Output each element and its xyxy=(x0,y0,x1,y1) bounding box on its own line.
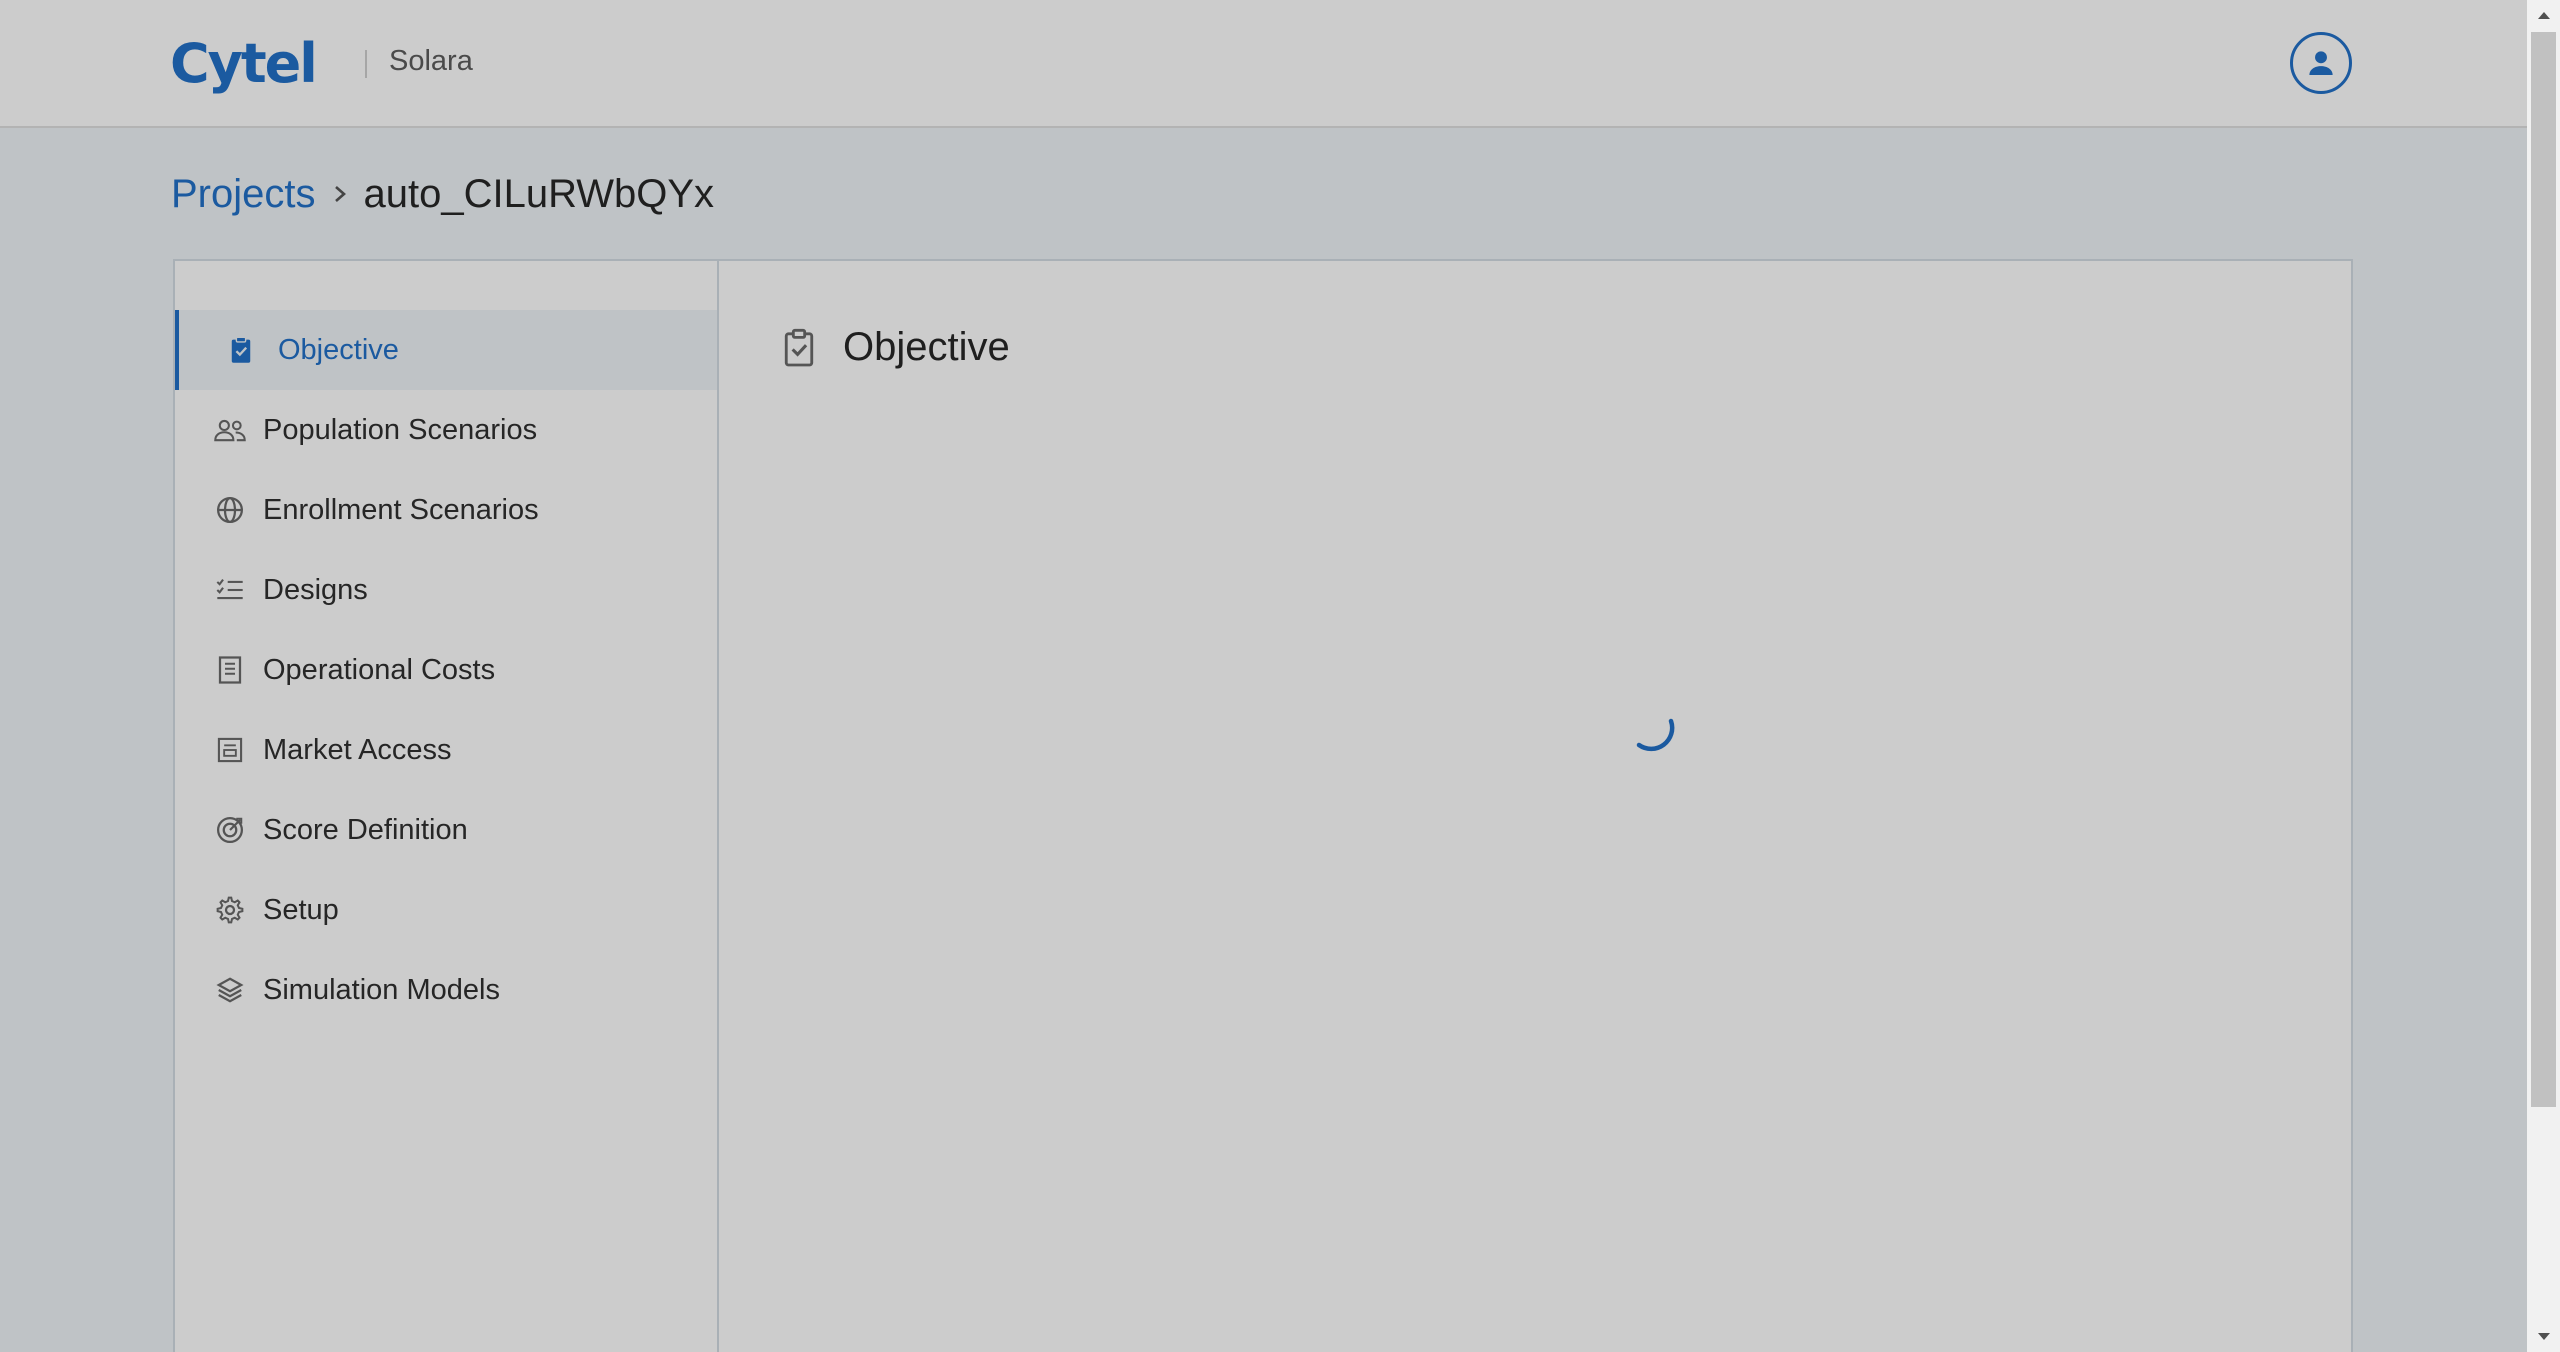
sidebar-item-label: Market Access xyxy=(263,733,452,766)
user-account-button[interactable] xyxy=(2290,32,2352,94)
sidebar-item-label: Objective xyxy=(278,333,399,366)
sidebar-item-designs[interactable]: Designs xyxy=(175,550,717,630)
sidebar-item-operational-costs[interactable]: Operational Costs xyxy=(175,630,717,710)
sidebar-item-label: Operational Costs xyxy=(263,653,496,686)
sidebar-item-objective[interactable]: Objective xyxy=(175,310,717,390)
content-panel: Objective xyxy=(719,261,2351,1352)
clipboard-check-icon xyxy=(779,326,819,370)
app-header: Cytel Solara xyxy=(0,0,2527,128)
project-sidebar: Objective Population Scenarios Enrollmen… xyxy=(175,261,719,1352)
scroll-down-arrow-icon[interactable] xyxy=(2527,1322,2560,1352)
document-icon xyxy=(213,733,247,767)
sidebar-item-enrollment-scenarios[interactable]: Enrollment Scenarios xyxy=(175,470,717,550)
receipt-icon xyxy=(213,653,247,687)
target-icon xyxy=(213,813,247,847)
breadcrumb-projects-link[interactable]: Projects xyxy=(171,172,316,217)
sidebar-item-label: Enrollment Scenarios xyxy=(263,493,539,526)
clipboard-check-icon xyxy=(224,333,258,367)
project-card: Objective Population Scenarios Enrollmen… xyxy=(173,259,2353,1352)
layers-icon xyxy=(213,973,247,1007)
sidebar-item-label: Designs xyxy=(263,573,368,606)
sidebar-item-market-access[interactable]: Market Access xyxy=(175,710,717,790)
scroll-up-arrow-icon[interactable] xyxy=(2527,0,2560,30)
scrollbar-thumb[interactable] xyxy=(2531,32,2556,1107)
spinner-icon xyxy=(1636,718,1675,752)
page-title: Objective xyxy=(779,325,1010,370)
breadcrumb-current-project: auto_CILuRWbQYx xyxy=(363,171,715,216)
users-icon xyxy=(213,413,247,447)
list-check-icon xyxy=(213,573,247,607)
sidebar-item-label: Score Definition xyxy=(263,813,468,846)
sidebar-item-simulation-models[interactable]: Simulation Models xyxy=(175,950,717,1030)
page-scrollbar[interactable] xyxy=(2527,0,2560,1352)
page: Cytel Solara Projects auto_CILuRWbQYx Ob… xyxy=(0,0,2560,1352)
chevron-right-icon xyxy=(330,182,350,206)
sidebar-item-setup[interactable]: Setup xyxy=(175,870,717,950)
sidebar-item-label: Population Scenarios xyxy=(263,413,538,446)
gear-icon xyxy=(213,893,247,927)
breadcrumb: Projects auto_CILuRWbQYx xyxy=(171,164,714,224)
user-circle-icon xyxy=(2309,51,2333,76)
sidebar-item-label: Simulation Models xyxy=(263,973,500,1006)
sidebar-item-label: Setup xyxy=(263,893,339,926)
sidebar-item-score-definition[interactable]: Score Definition xyxy=(175,790,717,870)
globe-icon xyxy=(213,493,247,527)
cytel-logo[interactable]: Cytel xyxy=(170,30,318,96)
page-title-text: Objective xyxy=(843,325,1010,369)
header-divider xyxy=(365,50,367,78)
app-name: Solara xyxy=(389,45,473,77)
sidebar-item-population-scenarios[interactable]: Population Scenarios xyxy=(175,390,717,470)
